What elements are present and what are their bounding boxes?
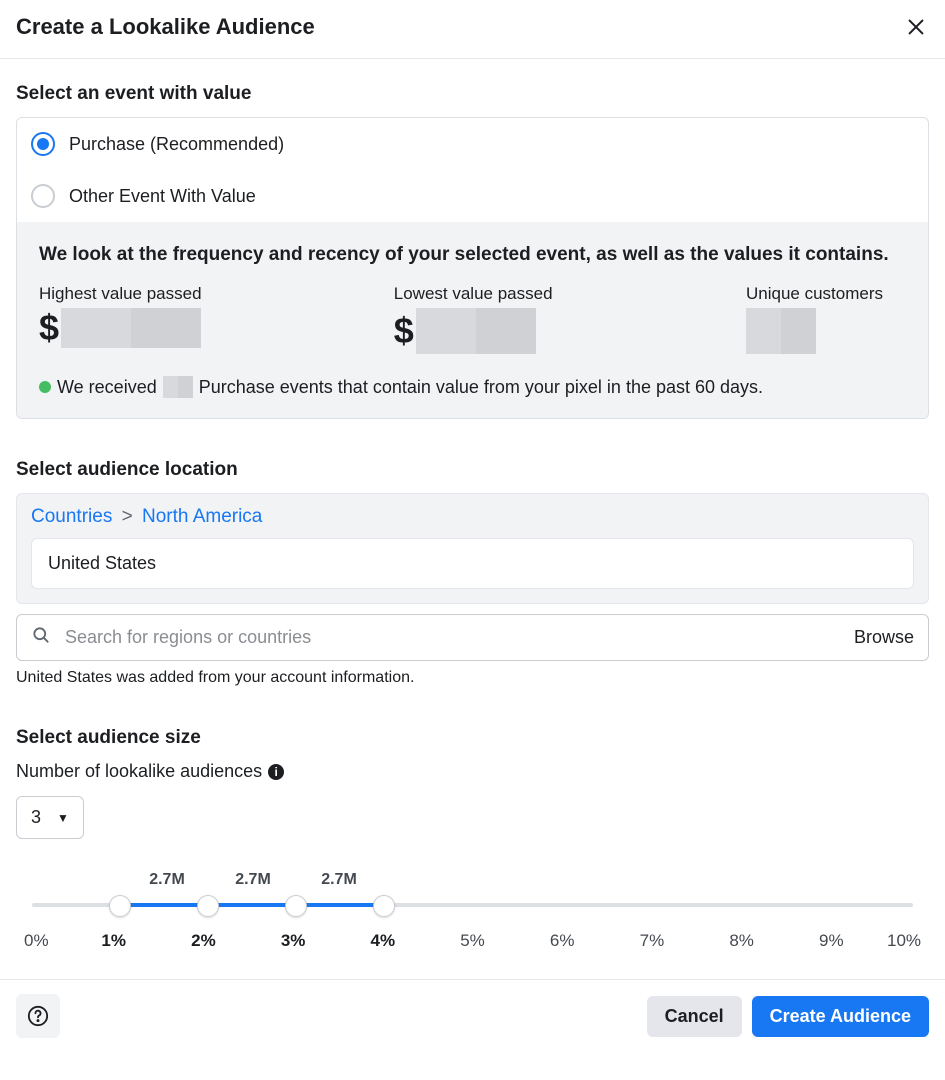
- received-suffix: Purchase events that contain value from …: [199, 377, 763, 398]
- info-icon[interactable]: i: [268, 764, 284, 780]
- create-audience-button[interactable]: Create Audience: [752, 996, 929, 1037]
- dollar-icon: $: [39, 310, 59, 346]
- redacted-value: [163, 376, 193, 398]
- dialog-header: Create a Lookalike Audience: [0, 0, 945, 59]
- size-slider: 2.7M 2.7M 2.7M 0% 1% 2% 3% 4% 5% 6% 7% 8…: [16, 871, 929, 951]
- event-box: Purchase (Recommended) Other Event With …: [16, 117, 929, 419]
- dialog-title: Create a Lookalike Audience: [16, 14, 315, 40]
- tick-2: 2%: [159, 931, 249, 951]
- received-prefix: We received: [57, 377, 157, 398]
- radio-label: Other Event With Value: [69, 186, 256, 207]
- stat-highest: Highest value passed $: [39, 284, 202, 354]
- tick-4: 4%: [338, 931, 428, 951]
- location-box: Countries > North America United States: [16, 493, 929, 604]
- slider-handle-1[interactable]: [109, 895, 131, 917]
- location-chip[interactable]: United States: [31, 538, 914, 589]
- tick-3: 3%: [248, 931, 338, 951]
- num-audiences-label: Number of lookalike audiences: [16, 761, 262, 782]
- stats-headline: We look at the frequency and recency of …: [39, 244, 906, 266]
- dollar-icon: $: [394, 313, 414, 349]
- redacted-value: [416, 308, 536, 354]
- cancel-button[interactable]: Cancel: [647, 996, 742, 1037]
- help-button[interactable]: [16, 994, 60, 1038]
- slider-handle-3[interactable]: [285, 895, 307, 917]
- tick-0: 0%: [24, 931, 69, 951]
- stat-label: Unique customers: [746, 284, 906, 304]
- stats-panel: We look at the frequency and recency of …: [17, 222, 928, 418]
- dialog-footer: Cancel Create Audience: [0, 979, 945, 1052]
- location-section-title: Select audience location: [16, 459, 929, 481]
- size-section-title: Select audience size: [16, 727, 929, 749]
- search-icon: [31, 625, 51, 650]
- slider-handle-2[interactable]: [197, 895, 219, 917]
- size-label-1: 2.7M: [124, 871, 210, 889]
- slider-handle-4[interactable]: [373, 895, 395, 917]
- tick-6: 6%: [517, 931, 607, 951]
- events-received-line: We received Purchase events that contain…: [39, 376, 906, 398]
- radio-label: Purchase (Recommended): [69, 134, 284, 155]
- slider-track[interactable]: [32, 895, 913, 915]
- close-icon: [905, 16, 927, 38]
- help-icon: [27, 1005, 49, 1027]
- slider-ticks: 0% 1% 2% 3% 4% 5% 6% 7% 8% 9% 10%: [24, 931, 921, 951]
- breadcrumb-countries[interactable]: Countries: [31, 506, 112, 527]
- radio-icon: [31, 132, 55, 156]
- location-breadcrumb: Countries > North America: [31, 506, 914, 528]
- radio-purchase[interactable]: Purchase (Recommended): [17, 118, 928, 170]
- breadcrumb-region[interactable]: North America: [142, 506, 262, 527]
- stat-label: Lowest value passed: [394, 284, 554, 304]
- redacted-value: [61, 308, 201, 348]
- tick-10: 10%: [876, 931, 921, 951]
- slider-size-labels: 2.7M 2.7M 2.7M: [24, 871, 921, 889]
- stat-lowest: Lowest value passed $: [394, 284, 554, 354]
- stat-unique: Unique customers: [746, 284, 906, 354]
- tick-1: 1%: [69, 931, 159, 951]
- tick-7: 7%: [607, 931, 697, 951]
- caret-down-icon: ▼: [57, 811, 69, 825]
- num-audiences-value: 3: [31, 807, 41, 828]
- status-dot-icon: [39, 381, 51, 393]
- breadcrumb-separator: >: [122, 506, 133, 527]
- stat-label: Highest value passed: [39, 284, 202, 304]
- radio-icon: [31, 184, 55, 208]
- size-label-2: 2.7M: [210, 871, 296, 889]
- size-label-3: 2.7M: [296, 871, 382, 889]
- event-section-title: Select an event with value: [16, 83, 929, 105]
- redacted-value: [746, 308, 816, 354]
- tick-8: 8%: [697, 931, 787, 951]
- browse-link[interactable]: Browse: [854, 627, 914, 648]
- tick-5: 5%: [428, 931, 518, 951]
- radio-other-event[interactable]: Other Event With Value: [17, 170, 928, 222]
- location-search-input[interactable]: [63, 626, 842, 649]
- close-button[interactable]: [903, 14, 929, 40]
- num-audiences-dropdown[interactable]: 3 ▼: [16, 796, 84, 839]
- location-search[interactable]: Browse: [16, 614, 929, 661]
- location-helper-text: United States was added from your accoun…: [16, 669, 929, 687]
- tick-9: 9%: [786, 931, 876, 951]
- num-audiences-label-row: Number of lookalike audiences i: [16, 761, 929, 782]
